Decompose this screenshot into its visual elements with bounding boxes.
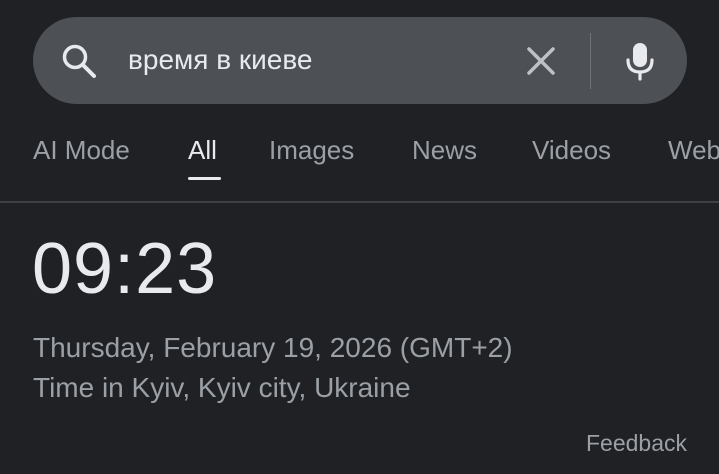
tab-news[interactable]: News	[412, 135, 477, 166]
search-input[interactable]	[128, 39, 498, 81]
tabs-divider	[0, 201, 719, 203]
feedback-link[interactable]: Feedback	[586, 430, 687, 457]
tab-web[interactable]: Web	[668, 135, 719, 166]
search-tabs: AI Mode All Images News Videos Web	[0, 127, 719, 201]
tab-videos[interactable]: Videos	[532, 135, 611, 166]
search-icon[interactable]	[60, 42, 98, 80]
tab-ai-mode[interactable]: AI Mode	[33, 135, 130, 166]
current-date: Thursday, February 19, 2026 (GMT+2)	[33, 332, 513, 363]
close-icon	[527, 47, 555, 75]
search-bar[interactable]	[33, 17, 687, 104]
time-location: Time in Kyiv, Kyiv city, Ukraine	[33, 372, 411, 403]
current-time: 09:23	[32, 229, 218, 309]
tab-images[interactable]: Images	[269, 135, 354, 166]
active-tab-indicator	[188, 177, 221, 180]
clear-button[interactable]	[520, 40, 562, 82]
microphone-icon	[626, 43, 654, 81]
tab-all[interactable]: All	[188, 135, 217, 166]
voice-search-button[interactable]	[618, 38, 662, 84]
search-divider	[590, 33, 591, 89]
